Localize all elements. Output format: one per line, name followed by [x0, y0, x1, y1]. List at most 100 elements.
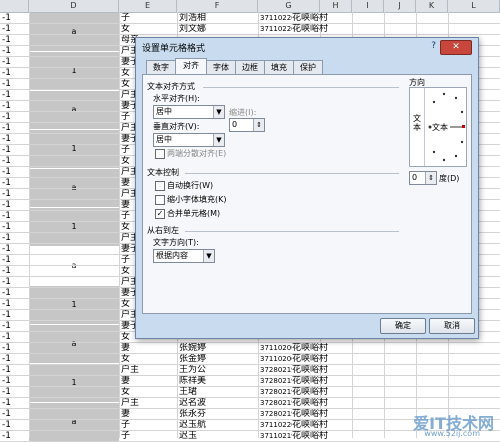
table-cell[interactable]: 妻: [121, 409, 175, 420]
table-cell[interactable]: -1: [2, 35, 28, 46]
table-cell[interactable]: 迟名波: [179, 398, 257, 409]
table-cell[interactable]: -1: [2, 145, 28, 156]
table-cell[interactable]: -1: [2, 68, 28, 79]
table-cell[interactable]: 子: [121, 13, 175, 24]
table-cell[interactable]: 花峡峪村: [292, 431, 352, 442]
tab-number[interactable]: 数字: [146, 60, 176, 74]
table-cell[interactable]: -1: [2, 365, 28, 376]
table-cell[interactable]: 37110220040: [260, 24, 292, 35]
table-cell[interactable]: 花峡峪村: [292, 343, 352, 354]
table-cell[interactable]: -1: [2, 343, 28, 354]
table-cell[interactable]: 王为公: [179, 365, 257, 376]
table-cell[interactable]: 37280219690: [260, 376, 292, 387]
table-cell[interactable]: 37110220040: [260, 420, 292, 431]
table-cell[interactable]: -1: [2, 79, 28, 90]
table-cell[interactable]: -1: [2, 13, 28, 24]
tab-alignment[interactable]: 对齐: [175, 58, 207, 75]
cancel-button[interactable]: 取消: [429, 318, 475, 334]
table-cell[interactable]: 37280219960: [260, 387, 292, 398]
table-cell[interactable]: 王珺: [179, 387, 257, 398]
column-header[interactable]: G: [258, 0, 320, 13]
table-cell[interactable]: -1: [2, 222, 28, 233]
table-cell[interactable]: 子: [121, 431, 175, 442]
text-direction-select[interactable]: 根据内容 ▼: [153, 249, 215, 263]
column-header[interactable]: J: [384, 0, 416, 13]
table-cell[interactable]: 37110200071: [260, 354, 292, 365]
table-cell[interactable]: -1: [2, 409, 28, 420]
table-cell[interactable]: -1: [2, 24, 28, 35]
table-cell[interactable]: 花峡峪村: [292, 409, 352, 420]
table-cell[interactable]: -1: [2, 101, 28, 112]
tab-font[interactable]: 字体: [206, 60, 236, 74]
table-cell[interactable]: 花峡峪村: [292, 398, 352, 409]
close-button[interactable]: ✕: [440, 40, 472, 55]
table-cell[interactable]: -1: [2, 233, 28, 244]
table-cell[interactable]: -1: [2, 200, 28, 211]
table-cell[interactable]: 迟玉航: [179, 420, 257, 431]
column-header[interactable]: I: [352, 0, 384, 13]
table-cell[interactable]: 妻: [121, 343, 175, 354]
column-header[interactable]: E: [119, 0, 177, 13]
table-cell[interactable]: -1: [2, 178, 28, 189]
table-cell[interactable]: -1: [2, 57, 28, 68]
table-cell[interactable]: -1: [2, 156, 28, 167]
vertical-text-option[interactable]: 文本: [410, 88, 425, 166]
table-cell[interactable]: 户主: [121, 365, 175, 376]
help-icon[interactable]: ?: [431, 41, 436, 51]
table-cell[interactable]: 花峡峪村: [292, 420, 352, 431]
table-cell[interactable]: 37280219700: [260, 398, 292, 409]
dialog-titlebar[interactable]: 设置单元格格式 ? ✕: [136, 38, 478, 56]
table-cell[interactable]: 花峡峪村: [292, 387, 352, 398]
table-cell[interactable]: 女: [121, 387, 175, 398]
table-cell[interactable]: -1: [2, 123, 28, 134]
table-cell[interactable]: 陈祥美: [179, 376, 257, 387]
table-cell[interactable]: -1: [2, 420, 28, 431]
tab-protection[interactable]: 保护: [293, 60, 323, 74]
table-cell[interactable]: -1: [2, 167, 28, 178]
table-cell[interactable]: -1: [2, 189, 28, 200]
table-cell[interactable]: -1: [2, 354, 28, 365]
degree-stepper[interactable]: 0 ⇕: [409, 171, 437, 185]
table-cell[interactable]: 花峡峪村: [292, 24, 352, 35]
distributed-checkbox[interactable]: [155, 149, 165, 159]
table-cell[interactable]: -1: [2, 255, 28, 266]
table-cell[interactable]: 37280219720: [260, 409, 292, 420]
column-header[interactable]: H: [320, 0, 352, 13]
table-cell[interactable]: -1: [2, 398, 28, 409]
table-cell[interactable]: 户主: [121, 398, 175, 409]
table-cell[interactable]: 迟玉: [179, 431, 257, 442]
indent-stepper[interactable]: 0 ⇕: [229, 118, 265, 132]
table-cell[interactable]: 张婉婷: [179, 343, 257, 354]
table-cell[interactable]: 张永芬: [179, 409, 257, 420]
corner-cell[interactable]: [0, 0, 29, 13]
table-cell[interactable]: -1: [2, 299, 28, 310]
table-cell[interactable]: -1: [2, 211, 28, 222]
column-header[interactable]: D: [29, 0, 119, 13]
orientation-box[interactable]: 文本 文本: [409, 87, 467, 167]
table-cell[interactable]: 花峡峪村: [292, 376, 352, 387]
table-cell[interactable]: -1: [2, 288, 28, 299]
merge-cells-checkbox[interactable]: ✓: [155, 209, 165, 219]
table-cell[interactable]: -1: [2, 90, 28, 101]
table-cell[interactable]: -1: [2, 431, 28, 442]
horizontal-align-select[interactable]: 居中 ▼: [153, 105, 225, 119]
table-cell[interactable]: 37110219941: [260, 431, 292, 442]
table-cell[interactable]: 女: [121, 354, 175, 365]
vertical-align-select[interactable]: 居中 ▼: [153, 133, 225, 147]
table-cell[interactable]: 妻: [121, 376, 175, 387]
table-cell[interactable]: -1: [2, 376, 28, 387]
table-cell[interactable]: 37110200021: [260, 343, 292, 354]
table-cell[interactable]: -1: [2, 332, 28, 343]
shrink-to-fit-checkbox[interactable]: [155, 195, 165, 205]
ok-button[interactable]: 确定: [380, 318, 426, 334]
table-cell[interactable]: 37280219640: [260, 365, 292, 376]
table-cell[interactable]: -1: [2, 112, 28, 123]
table-cell[interactable]: -1: [2, 244, 28, 255]
table-cell[interactable]: 花峡峪村: [292, 13, 352, 24]
column-header[interactable]: F: [177, 0, 258, 13]
table-cell[interactable]: 刘文娜: [179, 24, 257, 35]
table-cell[interactable]: 花峡峪村: [292, 365, 352, 376]
table-cell[interactable]: 张金婷: [179, 354, 257, 365]
table-cell[interactable]: -1: [2, 134, 28, 145]
tab-fill[interactable]: 填充: [264, 60, 294, 74]
